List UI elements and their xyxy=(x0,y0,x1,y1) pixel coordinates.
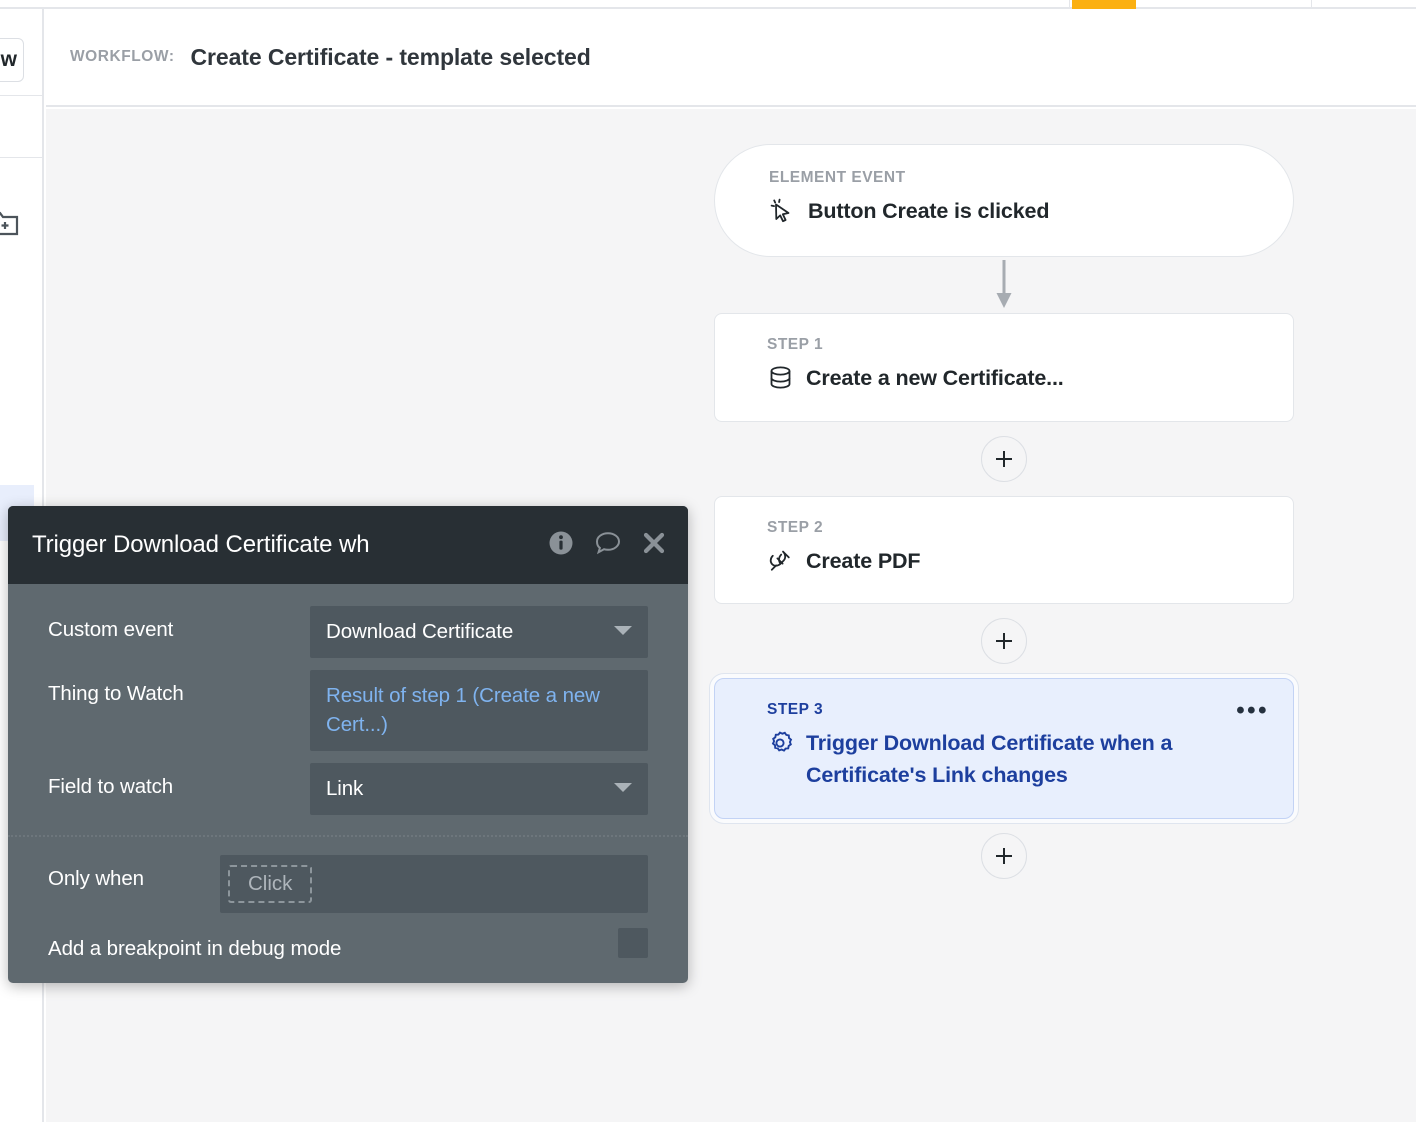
element-event-card[interactable]: ELEMENT EVENT Button Create is clicked xyxy=(714,144,1294,257)
workflow-step-1[interactable]: STEP 1 Create a new Certificate... xyxy=(714,313,1294,422)
dialog-title: Trigger Download Certificate wh xyxy=(32,531,548,559)
database-icon xyxy=(767,363,793,393)
add-step-button[interactable] xyxy=(981,833,1027,879)
chevron-down-icon xyxy=(614,626,632,635)
tab-separator xyxy=(1311,0,1312,9)
close-icon[interactable] xyxy=(642,531,666,560)
tab-strip xyxy=(0,0,1416,9)
add-step-slot-2 xyxy=(714,604,1294,678)
dialog-header: Trigger Download Certificate wh xyxy=(8,506,688,584)
field-custom-event: Custom event Download Certificate xyxy=(8,606,688,658)
rail-divider xyxy=(0,95,44,96)
active-tab-indicator[interactable] xyxy=(1072,0,1136,9)
thing-to-watch-input[interactable]: Result of step 1 (Create a new Cert...) xyxy=(310,670,648,751)
only-when-placeholder: Click xyxy=(228,865,312,903)
thing-to-watch-value: Result of step 1 (Create a new Cert...) xyxy=(326,681,632,739)
field-breakpoint: Add a breakpoint in debug mode xyxy=(8,925,688,983)
field-field-to-watch: Field to watch Link xyxy=(8,763,688,815)
add-step-button[interactable] xyxy=(981,618,1027,664)
field-to-watch-dropdown[interactable]: Link xyxy=(310,763,648,815)
step-3-menu-button[interactable]: ••• xyxy=(1236,705,1269,717)
breakpoint-checkbox[interactable] xyxy=(618,928,648,958)
add-step-button[interactable] xyxy=(981,436,1027,482)
dialog-divider xyxy=(8,835,688,837)
only-when-expression-input[interactable]: Click xyxy=(220,855,648,913)
flow-connector-arrow xyxy=(714,257,1294,313)
dialog-actions xyxy=(548,530,666,561)
cursor-click-icon xyxy=(769,196,795,226)
step-3-kicker: STEP 3 xyxy=(767,701,1261,719)
dialog-body: Custom event Download Certificate Thing … xyxy=(8,584,688,983)
step-2-text: Create PDF xyxy=(806,546,920,578)
tab-separator xyxy=(1069,0,1070,9)
only-when-label: Only when xyxy=(48,855,220,891)
workflow-kicker: WORKFLOW: xyxy=(70,48,175,66)
workflow-step-3[interactable]: STEP 3 ••• Trigger Download Certificate … xyxy=(714,678,1294,819)
workflow-flow: ELEMENT EVENT Button Create is clicked xyxy=(714,144,1294,893)
plug-icon xyxy=(767,546,793,576)
chevron-down-icon xyxy=(614,783,632,792)
breakpoint-label: Add a breakpoint in debug mode xyxy=(48,925,341,961)
custom-event-dropdown[interactable]: Download Certificate xyxy=(310,606,648,658)
rail-new-button[interactable]: w xyxy=(0,38,24,82)
step-1-text: Create a new Certificate... xyxy=(806,363,1064,395)
custom-event-label: Custom event xyxy=(48,606,310,642)
field-to-watch-value: Link xyxy=(326,774,363,803)
custom-event-value: Download Certificate xyxy=(326,617,513,646)
step-3-text: Trigger Download Certificate when a Cert… xyxy=(806,728,1261,792)
rail-new-button-label: w xyxy=(1,48,17,72)
info-icon[interactable] xyxy=(548,530,574,561)
field-thing-to-watch: Thing to Watch Result of step 1 (Create … xyxy=(8,670,688,751)
field-only-when: Only when Click xyxy=(8,855,688,913)
element-event-text: Button Create is clicked xyxy=(808,196,1049,228)
workflow-editor-window: w WORKFLOW: Create Certificate - templat… xyxy=(0,0,1416,1122)
step-properties-dialog: Trigger Download Certificate wh xyxy=(8,506,688,983)
add-step-slot-1 xyxy=(714,422,1294,496)
workflow-header: WORKFLOW: Create Certificate - template … xyxy=(46,9,1416,107)
comment-icon[interactable] xyxy=(594,530,622,561)
add-step-slot-3 xyxy=(714,819,1294,893)
gear-icon xyxy=(767,728,793,758)
folder-plus-icon[interactable] xyxy=(0,209,22,237)
step-2-kicker: STEP 2 xyxy=(767,519,1261,537)
thing-to-watch-label: Thing to Watch xyxy=(48,670,310,706)
field-to-watch-label: Field to watch xyxy=(48,763,310,799)
workflow-title: Create Certificate - template selected xyxy=(191,44,591,71)
step-1-kicker: STEP 1 xyxy=(767,336,1261,354)
workflow-step-2[interactable]: STEP 2 Create PDF xyxy=(714,496,1294,605)
rail-divider xyxy=(0,157,44,158)
element-event-kicker: ELEMENT EVENT xyxy=(769,169,1239,187)
